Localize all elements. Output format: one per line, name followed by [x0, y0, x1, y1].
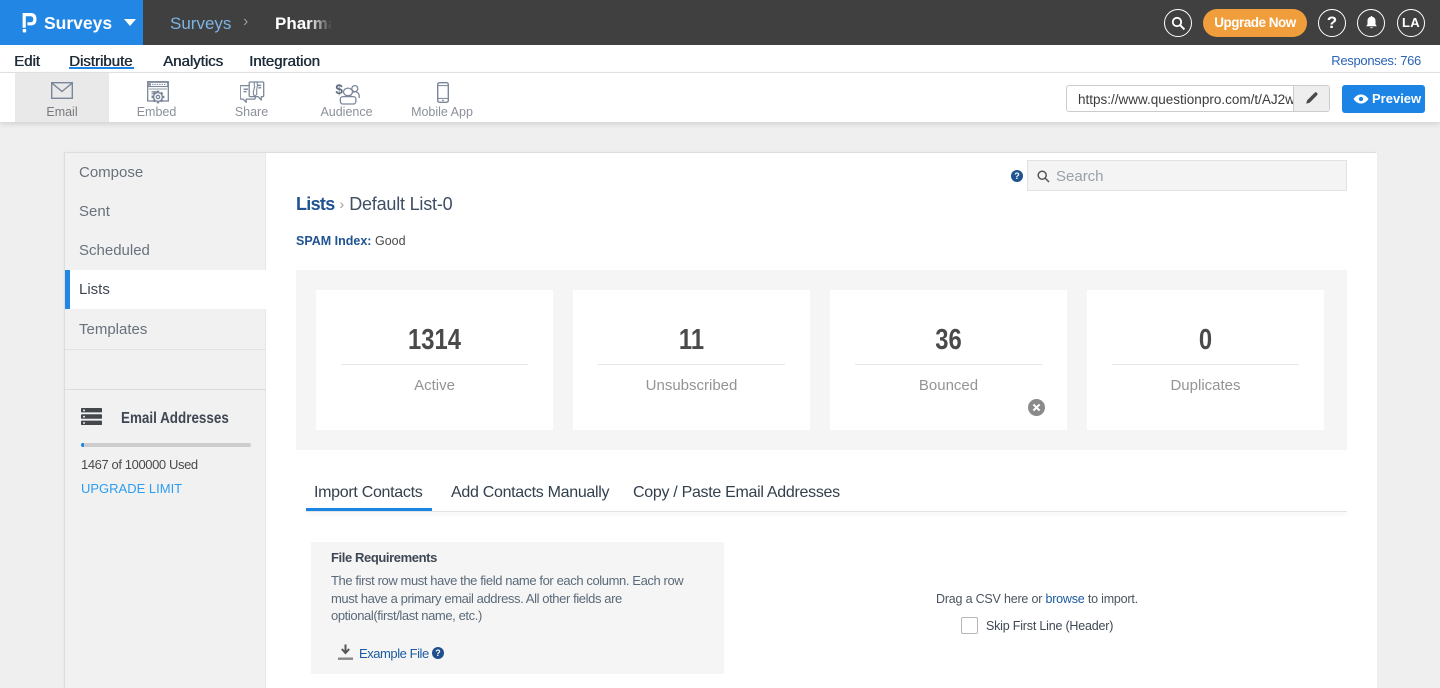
svg-text:$: $: [335, 82, 343, 97]
